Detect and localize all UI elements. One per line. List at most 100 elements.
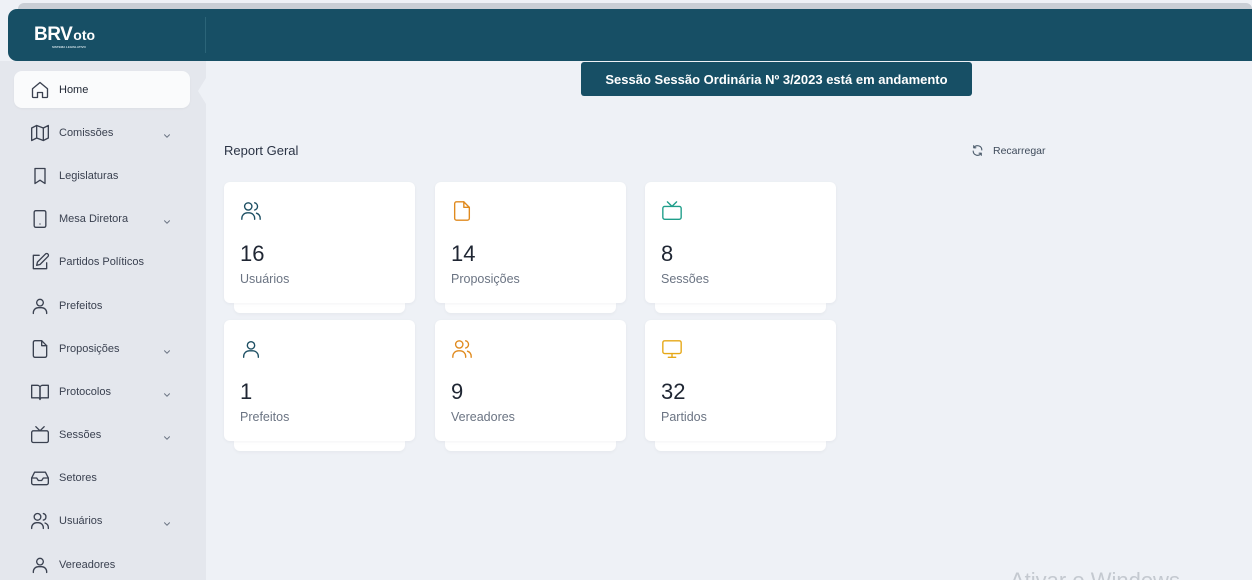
stat-label: Partidos xyxy=(661,410,707,424)
file-icon xyxy=(32,339,48,358)
sidebar-item-label: Mesa Diretora xyxy=(59,212,129,225)
brand-name-part1: BRV xyxy=(34,24,73,45)
stat-label: Sessões xyxy=(661,272,709,286)
sidebar-item-protocolos[interactable]: Protocolos xyxy=(14,373,190,410)
brand-name-part2: oto xyxy=(73,27,96,43)
stat-card[interactable]: 1 Prefeitos xyxy=(224,320,415,441)
topbar-divider xyxy=(205,17,206,53)
tv-icon xyxy=(662,201,682,220)
card-shadow xyxy=(655,440,826,451)
card-shadow xyxy=(445,440,616,451)
edit-icon xyxy=(32,252,50,269)
chevron-down-icon xyxy=(162,430,172,440)
sidebar-item-sessoes[interactable]: Sessões xyxy=(14,416,190,453)
tv-icon xyxy=(661,200,683,222)
chevron-down-icon xyxy=(162,516,172,526)
user-icon xyxy=(32,298,48,314)
home-icon xyxy=(31,81,49,98)
sidebar-item-mesa-diretora[interactable]: Mesa Diretora xyxy=(14,200,190,237)
sidebar-item-home[interactable]: Home xyxy=(14,71,190,108)
chevron-down-icon xyxy=(162,214,172,224)
stat-value: 9 xyxy=(451,379,464,404)
active-notch xyxy=(198,78,206,104)
file-icon xyxy=(451,200,473,222)
file-icon xyxy=(30,339,50,359)
sidebar-item-comissoes[interactable]: Comissões xyxy=(14,114,190,151)
users-icon xyxy=(452,340,472,358)
users-icon xyxy=(451,338,473,360)
stat-value: 32 xyxy=(661,379,686,404)
bookmark-icon xyxy=(30,166,50,186)
edit-icon xyxy=(30,252,50,272)
stat-card-wrapper: 1 Prefeitos xyxy=(224,320,415,451)
stat-label: Usuários xyxy=(240,272,290,286)
stat-card-wrapper: 8 Sessões xyxy=(645,182,836,313)
users-icon xyxy=(30,511,50,531)
stat-card[interactable]: 9 Vereadores xyxy=(435,320,626,441)
sidebar-item-label: Proposições xyxy=(59,342,120,355)
stat-label: Prefeitos xyxy=(240,410,290,424)
file-icon xyxy=(453,201,471,221)
refresh-icon xyxy=(972,145,983,156)
sidebar: Home Comissões Legislaturas Mesa Diretora Pa… xyxy=(0,61,206,580)
sidebar-item-proposicoes[interactable]: Proposições xyxy=(14,330,190,367)
map-icon xyxy=(31,124,49,141)
sidebar-item-label: Protocolos xyxy=(59,385,111,398)
user-icon xyxy=(32,557,48,573)
sidebar-item-vereadores[interactable]: Vereadores xyxy=(14,546,190,580)
sidebar-item-label: Usuários xyxy=(59,514,103,527)
sidebar-item-partidos-politicos[interactable]: Partidos Políticos xyxy=(14,243,190,280)
tablet-icon xyxy=(33,209,47,228)
card-shadow xyxy=(234,440,405,451)
users-icon xyxy=(31,512,49,529)
book-icon xyxy=(30,382,50,402)
sidebar-item-label: Partidos Políticos xyxy=(59,255,144,268)
stat-card-wrapper: 16 Usuários xyxy=(224,182,415,313)
sidebar-item-legislaturas[interactable]: Legislaturas xyxy=(14,157,190,194)
top-strip xyxy=(18,3,1252,9)
session-status-banner: Sessão Sessão Ordinária Nº 3/2023 está e… xyxy=(581,62,972,96)
sidebar-item-label: Comissões xyxy=(59,126,114,139)
reload-button[interactable]: Recarregar xyxy=(971,144,1046,157)
stat-value: 16 xyxy=(240,241,265,266)
monitor-icon xyxy=(661,338,683,360)
user-icon xyxy=(240,338,262,360)
stat-card-wrapper: 9 Vereadores xyxy=(435,320,626,451)
stat-card-wrapper: 32 Partidos xyxy=(645,320,836,451)
users-icon xyxy=(241,202,261,220)
user-icon xyxy=(242,340,260,358)
brand-tagline: SISTEMA LEGISLATIVO xyxy=(52,45,86,49)
sidebar-item-label: Setores xyxy=(59,471,97,484)
stat-value: 14 xyxy=(451,241,476,266)
users-icon xyxy=(240,200,262,222)
stat-card[interactable]: 32 Partidos xyxy=(645,320,836,441)
user-icon xyxy=(30,296,50,316)
card-shadow xyxy=(445,302,616,313)
sidebar-item-prefeitos[interactable]: Prefeitos xyxy=(14,287,190,324)
stat-card-wrapper: 14 Proposições xyxy=(435,182,626,313)
stat-card[interactable]: 14 Proposições xyxy=(435,182,626,303)
chevron-down-icon xyxy=(162,387,172,397)
card-shadow xyxy=(234,302,405,313)
stat-card[interactable]: 8 Sessões xyxy=(645,182,836,303)
home-icon xyxy=(30,80,50,100)
sidebar-item-label: Sessões xyxy=(59,428,102,441)
chevron-down-icon xyxy=(162,128,172,138)
book-icon xyxy=(31,384,49,400)
card-shadow xyxy=(655,302,826,313)
sidebar-item-setores[interactable]: Setores xyxy=(14,459,190,496)
report-title: Report Geral xyxy=(224,143,299,158)
stat-value: 1 xyxy=(240,379,253,404)
inbox-icon xyxy=(30,468,50,488)
top-bar: BRV oto SISTEMA LEGISLATIVO xyxy=(8,3,1252,61)
windows-activation-watermark: Ativar o Windows xyxy=(1010,568,1180,580)
inbox-icon xyxy=(31,471,49,485)
sidebar-item-label: Legislaturas xyxy=(59,169,119,182)
sidebar-item-label: Vereadores xyxy=(59,558,116,571)
brand-logo[interactable]: BRV oto SISTEMA LEGISLATIVO xyxy=(34,22,96,49)
sidebar-item-usuarios[interactable]: Usuários xyxy=(14,502,190,539)
stat-value: 8 xyxy=(661,241,674,266)
stat-card[interactable]: 16 Usuários xyxy=(224,182,415,303)
bookmark-icon xyxy=(34,167,46,184)
tv-icon xyxy=(30,425,50,445)
